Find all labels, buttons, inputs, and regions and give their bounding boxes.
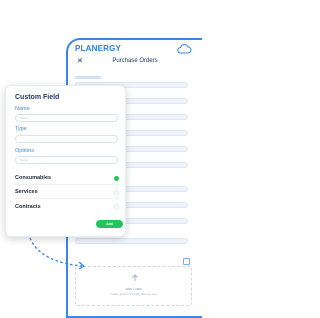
name-label: Name — [15, 106, 30, 112]
type-field[interactable] — [15, 135, 118, 143]
upload-icon — [132, 274, 138, 281]
upload-size-text: 4000 x 2000 — [125, 287, 142, 291]
cloud-icon[interactable] — [176, 44, 192, 54]
option-services-radio[interactable] — [114, 190, 119, 195]
form-label-placeholder — [75, 76, 101, 79]
upload-area[interactable]: 4000 x 2000 Lorem ipsum is simply dummy … — [75, 266, 192, 306]
expand-icon[interactable] — [183, 258, 190, 265]
name-placeholder: Name — [20, 116, 29, 120]
option-consumables-label[interactable]: Consumables — [15, 175, 51, 181]
add-button[interactable]: Add — [96, 220, 123, 228]
type-label: Type — [15, 126, 27, 132]
option-contracts-label[interactable]: Contracts — [15, 204, 41, 210]
page-title: Purchase Orders — [112, 58, 158, 64]
form-field[interactable] — [75, 238, 188, 244]
options-field[interactable]: Name — [15, 156, 118, 164]
custom-field-card: Custom Field Name Name Type Options Name… — [5, 85, 126, 237]
card-title: Custom Field — [15, 94, 60, 101]
option-consumables-radio[interactable] — [114, 176, 119, 181]
options-placeholder: Name — [20, 158, 29, 162]
option-services-label[interactable]: Services — [15, 189, 38, 195]
divider — [15, 198, 119, 199]
name-field[interactable]: Name — [15, 114, 118, 122]
upload-hint-text: Lorem ipsum is simply dummy text — [110, 292, 157, 296]
divider — [15, 184, 119, 185]
option-contracts-radio[interactable] — [114, 205, 119, 210]
app-logo: PLANERGY — [75, 44, 122, 53]
phone-header: PLANERGY ✕ Purchase Orders — [68, 40, 202, 66]
options-label: Options — [15, 148, 34, 154]
